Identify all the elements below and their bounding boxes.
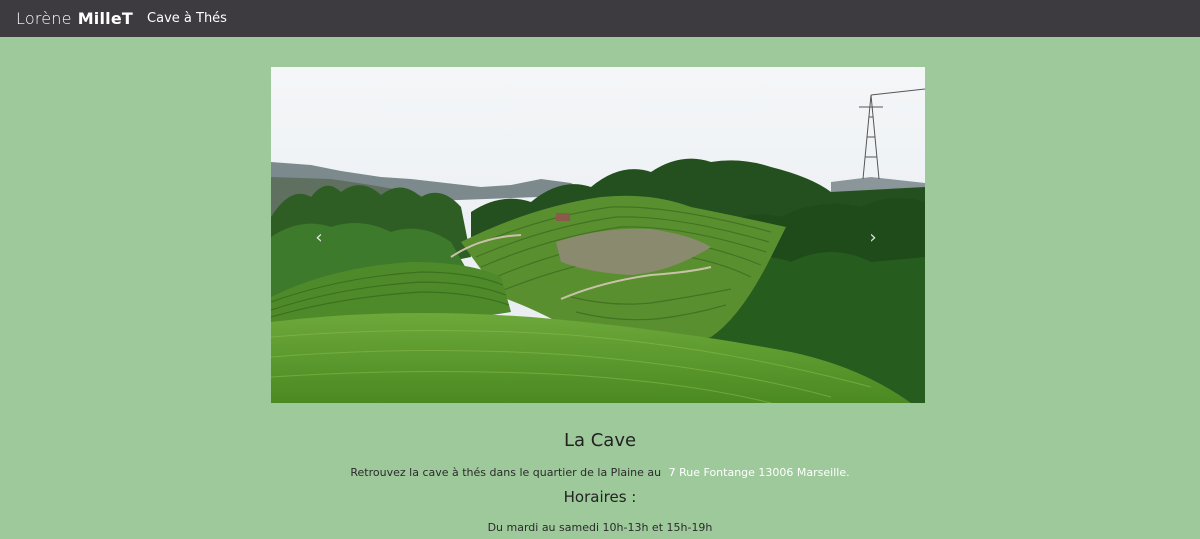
hours-title: Horaires : xyxy=(563,488,637,506)
main-content: La Cave Retrouvez la cave à thés dans le… xyxy=(0,430,1200,534)
chevron-left-icon: ‹ xyxy=(315,226,323,248)
page-title: La Cave xyxy=(563,430,637,451)
image-carousel: ‹ › xyxy=(271,67,925,403)
top-navbar: Lorène MilleT Cave à Thés xyxy=(0,0,1200,37)
brand-first-name: Lorène xyxy=(16,9,72,28)
carousel-next-button[interactable]: › xyxy=(863,226,883,248)
description-text: Retrouvez la cave à thés dans le quartie… xyxy=(350,466,662,479)
tea-plantation-image xyxy=(271,67,925,403)
brand-logo[interactable]: Lorène MilleT xyxy=(16,9,133,28)
brand-last-name: MilleT xyxy=(77,9,134,28)
hours-text: Du mardi au samedi 10h-13h et 15h-19h xyxy=(487,521,713,534)
nav-link-cave-a-thes[interactable]: Cave à Thés xyxy=(147,11,227,26)
chevron-right-icon: › xyxy=(869,226,877,248)
address-link[interactable]: 7 Rue Fontange 13006 Marseille. xyxy=(669,466,850,479)
carousel-prev-button[interactable]: ‹ xyxy=(309,226,329,248)
location-description: Retrouvez la cave à thés dans le quartie… xyxy=(0,466,1200,479)
